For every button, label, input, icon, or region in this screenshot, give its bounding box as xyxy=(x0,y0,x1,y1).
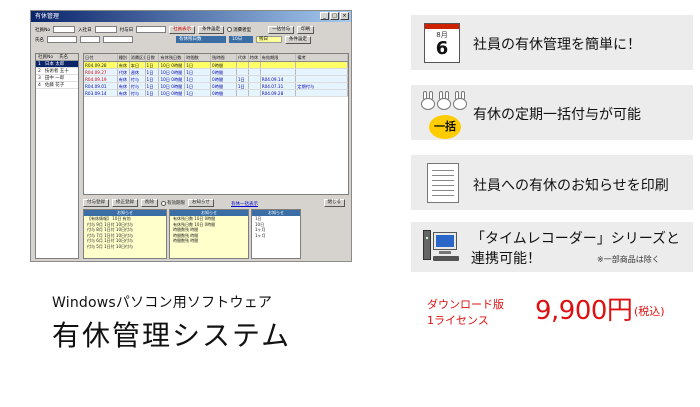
edit-button[interactable]: 修正登録 xyxy=(112,199,138,207)
computer-icon xyxy=(421,230,465,266)
condition-settings-button[interactable]: 条件設定 xyxy=(198,25,225,34)
hire-date-label: 入社日 xyxy=(78,27,92,33)
document-icon xyxy=(427,163,459,203)
list-item[interactable]: 1 日本 太郎 xyxy=(36,61,78,68)
feature-text: 有休の定期一括付与が可能 xyxy=(473,107,641,123)
leave-records-grid: 日付 種別 消費区分 日数 有休残日数 時間数 残時間 代休 特休 有効期限 備… xyxy=(83,53,349,195)
feature-text-line2: 連携可能！ xyxy=(471,251,541,267)
window-title: 有休管理 xyxy=(35,13,60,20)
name-label: 氏名 xyxy=(35,37,44,43)
grid-header: 日付 種別 消費区分 日数 有休残日数 時間数 残時間 代休 特休 有効期限 備… xyxy=(84,54,348,62)
exclusion-note: ※一部商品は除く xyxy=(597,255,660,264)
settings-button[interactable]: 条件設定 xyxy=(285,35,311,44)
employee-list: 社員No 氏名 1 日本 太郎 2 技術者 五十 3 田中 一郎 4 佐藤 花子 xyxy=(35,53,79,259)
remaining-field: 残日 xyxy=(256,36,282,43)
bunnies-icon: 一括 xyxy=(419,87,469,139)
price-license: 1ライセンス xyxy=(427,314,489,327)
remaining-days-value: 10日 xyxy=(229,36,253,43)
grant-date-field[interactable] xyxy=(136,26,167,33)
list-item[interactable]: 3 田中 一郎 xyxy=(36,75,78,82)
table-row[interactable]: R04.09.19 有休 付与 1日 10日 0時間 1日 0時間 1日 R04.09.14 xyxy=(84,76,348,83)
close-window-button[interactable]: × xyxy=(340,12,349,20)
hire-date-field[interactable] xyxy=(94,26,117,33)
date-range-field[interactable] xyxy=(103,36,133,43)
feature-box-bulk-grant: 一括 有休の定期一括付与が可能 xyxy=(411,85,693,140)
list-item[interactable]: 4 佐藤 花子 xyxy=(36,82,78,89)
price-tax: (税込) xyxy=(634,305,665,318)
calendar-day: 6 xyxy=(435,38,449,59)
notice-pane-1: お知らせ 【有休情報】 10日 有効 付与 9月 1日付 10日付与 付与 8月… xyxy=(83,209,167,259)
bulk-badge: 一括 xyxy=(429,115,461,139)
delete-button[interactable]: 削除 xyxy=(141,199,158,207)
list-item[interactable]: 2 技術者 五十 xyxy=(36,68,78,75)
window-titlebar: 有休管理 _ □ × xyxy=(31,11,351,22)
feature-text-line1: 「タイムレコーダー」シリーズと xyxy=(471,231,681,247)
close-button[interactable]: 閉じる xyxy=(323,199,345,207)
toolbar-row-1: 社員No 入社日 付与日 社員表示 条件設定 消費者型 一括付与 印刷 xyxy=(35,25,315,34)
feature-text: 社員の有休管理を簡単に！ xyxy=(473,37,641,53)
notice-pane-2: お知らせ 有休残日数 10日 0時間 有休残日数 10日 0時間 時間数残 時間… xyxy=(169,209,249,259)
calendar-icon: 8月 6 xyxy=(424,23,460,63)
show-employee-button[interactable]: 社員表示 xyxy=(169,25,196,34)
feature-box-print-notice: 社員への有休のお知らせを印刷 xyxy=(411,155,693,210)
employee-no-field[interactable] xyxy=(53,26,76,33)
product-subtitle: Windowsパソコン用ソフトウェア xyxy=(52,295,273,311)
product-title: 有休管理システム xyxy=(52,319,292,352)
employee-no-label: 社員No xyxy=(35,27,51,33)
consumer-type-checkbox[interactable]: 消費者型 xyxy=(227,27,251,33)
add-grant-button[interactable]: 付与登録 xyxy=(83,199,109,207)
price-amount: 9,900円 xyxy=(535,296,633,326)
minimize-button[interactable]: _ xyxy=(320,12,329,20)
price-edition: ダウンロード版 xyxy=(427,298,504,311)
print-button[interactable]: 印刷 xyxy=(297,25,315,34)
name-field[interactable] xyxy=(47,36,77,43)
remaining-days-bar: 有休残日数 xyxy=(176,36,226,43)
notify-button[interactable]: お知らせ xyxy=(188,199,214,207)
feature-box-easy-management: 8月 6 社員の有休管理を簡単に！ xyxy=(411,15,693,70)
table-row[interactable]: R04.09.28 有休 本日 1日 10日 0時間 1日 0時間 xyxy=(84,62,348,69)
grant-all-button[interactable]: 一括付与 xyxy=(268,25,295,34)
employee-list-header: 社員No 氏名 xyxy=(36,54,78,61)
table-row[interactable]: R04.09.27 代休 週休 1日 10日 0時間 1日 0時間 xyxy=(84,69,348,76)
maximize-button[interactable]: □ xyxy=(330,12,339,20)
expiry-radio[interactable]: 有効期限 xyxy=(161,200,185,206)
filter-field[interactable] xyxy=(80,36,100,43)
bulk-view-link[interactable]: 有休一括表示 xyxy=(231,201,258,207)
feature-box-time-recorder: 「タイムレコーダー」シリーズと 連携可能！ ※一部商品は除く xyxy=(411,222,693,272)
notice-pane-3: お知らせ 1日 10日 1ヶ月 1ヶ月 xyxy=(251,209,301,259)
toolbar-row-2: 氏名 有休残日数 10日 残日 条件設定 xyxy=(35,35,311,44)
feature-text: 社員への有休のお知らせを印刷 xyxy=(473,178,669,194)
software-screenshot: 有休管理 _ □ × 社員No 入社日 付与日 社員表示 条件設定 消費者型 一… xyxy=(30,10,352,262)
table-row[interactable]: R04.09.01 有休 付与 1日 10日 0時間 1日 0時間 1日 R04.07.31 定期… xyxy=(84,83,348,90)
action-button-row: 付与登録 修正登録 削除 有効期限 お知らせ xyxy=(83,199,214,207)
table-row[interactable]: R03.09.14 有休 付与 1日 10日 0時間 1日 0時間 R04.09.28 xyxy=(84,90,348,97)
grant-date-label: 付与日 xyxy=(119,27,134,33)
